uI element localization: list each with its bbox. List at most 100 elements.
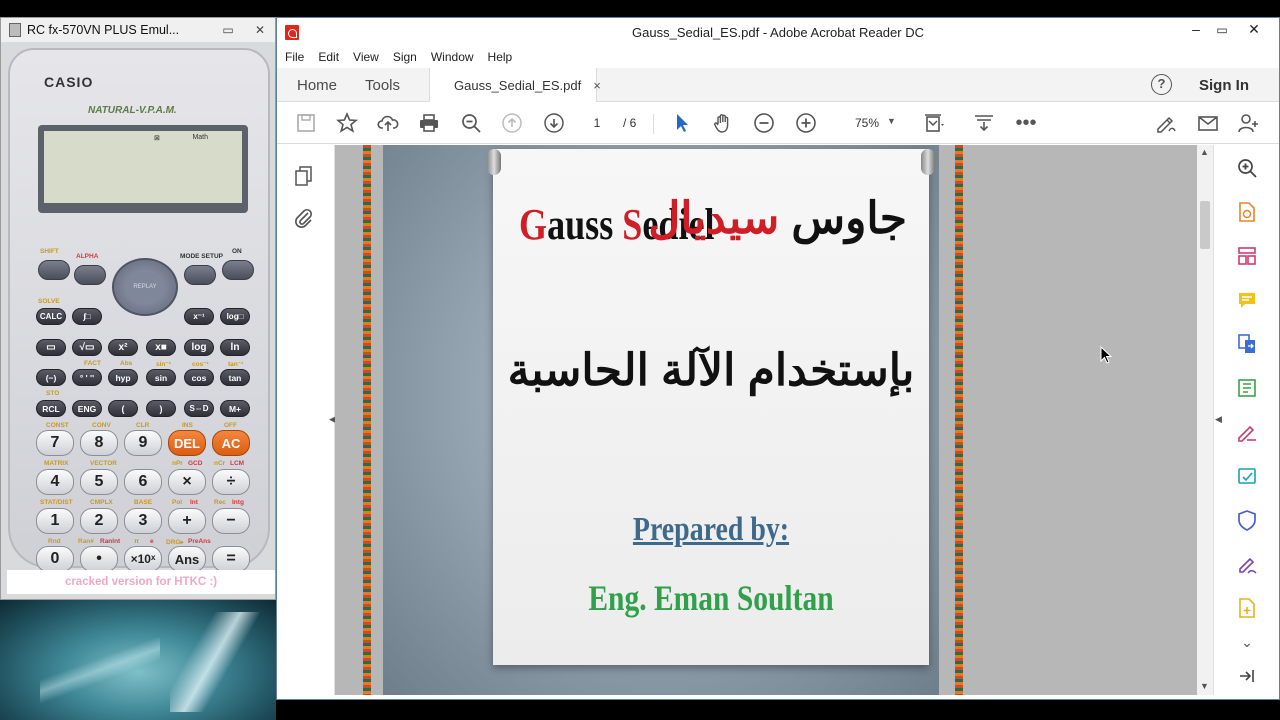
open-paren-key[interactable]: ( [108, 400, 138, 417]
close-paren-key[interactable]: ) [146, 400, 176, 417]
page-up-icon[interactable] [499, 110, 525, 136]
menu-view[interactable]: View [353, 50, 379, 64]
mode-key[interactable] [184, 265, 216, 285]
scrollbar-thumb[interactable] [1200, 201, 1210, 249]
menu-sign[interactable]: Sign [393, 50, 417, 64]
zoom-in-icon[interactable] [793, 110, 819, 136]
digit-9-key[interactable]: 9 [124, 430, 162, 456]
alpha-key[interactable] [74, 265, 106, 285]
sign-pen-icon[interactable] [1236, 553, 1258, 575]
scroll-mode-icon[interactable] [971, 110, 997, 136]
digit-7-key[interactable]: 7 [36, 430, 74, 456]
equals-key[interactable]: = [212, 546, 250, 572]
fraction-key[interactable]: ▭ [36, 339, 66, 356]
page-down-icon[interactable] [541, 110, 567, 136]
ans-key[interactable]: Ans [168, 546, 206, 572]
digit-6-key[interactable]: 6 [124, 469, 162, 495]
s-d-key[interactable]: S⇔D [184, 400, 214, 417]
chevron-down-icon[interactable]: ⌄ [1234, 629, 1260, 655]
tab-home[interactable]: Home [297, 68, 337, 102]
minus-key[interactable]: − [212, 508, 250, 534]
vertical-scrollbar[interactable]: ▲ ▼ [1197, 145, 1213, 695]
more-tools-icon[interactable]: ••• [1013, 110, 1039, 136]
decimal-key[interactable]: • [80, 546, 118, 572]
page-thumbnails-icon[interactable] [291, 163, 317, 189]
close-icon[interactable]: ✕ [1243, 21, 1265, 38]
close-icon[interactable]: ✕ [247, 18, 273, 42]
del-key[interactable]: DEL [168, 430, 206, 456]
replay-dpad[interactable]: REPLAY [112, 258, 178, 316]
log-key[interactable]: log [184, 339, 214, 356]
negative-key[interactable]: (−) [36, 369, 66, 386]
select-pointer-icon[interactable] [669, 110, 695, 136]
add-user-icon[interactable] [1235, 110, 1261, 136]
sqrt-key[interactable]: √▭ [72, 339, 102, 356]
create-pdf-icon[interactable] [1236, 597, 1258, 619]
hyp-key[interactable]: hyp [108, 369, 138, 386]
rcl-key[interactable]: RCL [36, 400, 66, 417]
zoom-search-icon[interactable] [458, 110, 484, 136]
exp10-key[interactable]: ×10ˣ [124, 546, 162, 572]
print-icon[interactable] [416, 110, 442, 136]
power-key[interactable]: x■ [146, 339, 176, 356]
multiply-key[interactable]: × [168, 469, 206, 495]
shift-key[interactable] [38, 260, 70, 280]
hand-tool-icon[interactable] [710, 110, 736, 136]
m-plus-key[interactable]: M+ [220, 400, 250, 417]
tan-key[interactable]: tan [220, 369, 250, 386]
scroll-down-icon[interactable]: ▼ [1200, 681, 1209, 691]
attachment-icon[interactable] [291, 205, 317, 231]
bookmark-star-icon[interactable] [334, 110, 360, 136]
maximize-icon[interactable]: ▭ [1211, 23, 1233, 37]
eng-key[interactable]: ENG [72, 400, 102, 417]
cloud-upload-icon[interactable] [375, 110, 401, 136]
digit-0-key[interactable]: 0 [36, 546, 74, 572]
ln-key[interactable]: ln [220, 339, 250, 356]
menu-edit[interactable]: Edit [318, 50, 339, 64]
calc-key[interactable]: CALC [36, 308, 66, 325]
sign-in-button[interactable]: Sign In [1199, 68, 1249, 102]
digit-8-key[interactable]: 8 [80, 430, 118, 456]
fill-sign-pen-icon[interactable] [1236, 421, 1258, 443]
plus-key[interactable]: + [168, 508, 206, 534]
log-base-key[interactable]: log□ [220, 308, 250, 325]
compress-pdf-icon[interactable] [1236, 377, 1258, 399]
digit-4-key[interactable]: 4 [36, 469, 74, 495]
degree-key[interactable]: ° ' '' [72, 369, 102, 386]
page-number-input[interactable]: 1 [583, 112, 611, 134]
chevron-down-icon[interactable]: ▼ [887, 116, 896, 126]
minimize-icon[interactable]: – [1185, 21, 1207, 37]
menu-file[interactable]: File [285, 50, 304, 64]
send-review-icon[interactable] [1236, 465, 1258, 487]
ac-key[interactable]: AC [212, 430, 250, 456]
page-fit-icon[interactable] [921, 110, 947, 136]
menu-help[interactable]: Help [488, 50, 513, 64]
zoom-out-icon[interactable] [751, 110, 777, 136]
close-tab-icon[interactable]: × [593, 78, 601, 93]
save-icon[interactable] [293, 110, 319, 136]
sin-key[interactable]: sin [146, 369, 176, 386]
minimize-icon[interactable]: ▭ [215, 18, 241, 42]
export-pdf-icon[interactable] [1236, 201, 1258, 223]
document-viewer[interactable]: Gauss Sediel جاوس سيديال بإستخدام الآلة … [335, 145, 1199, 695]
tab-document[interactable]: Gauss_Sedial_ES.pdf × [429, 68, 601, 103]
protect-shield-icon[interactable] [1236, 509, 1258, 531]
digit-5-key[interactable]: 5 [80, 469, 118, 495]
combine-files-icon[interactable] [1236, 333, 1258, 355]
comment-icon[interactable] [1236, 289, 1258, 311]
tab-tools[interactable]: Tools [365, 68, 400, 102]
organize-pages-icon[interactable] [1236, 245, 1258, 267]
collapse-right-pane-icon[interactable]: ◀ [1215, 414, 1222, 425]
on-key[interactable] [222, 260, 254, 280]
digit-1-key[interactable]: 1 [36, 508, 74, 534]
help-icon[interactable]: ? [1151, 74, 1172, 95]
reciprocal-key[interactable]: x⁻¹ [184, 308, 214, 325]
fill-sign-icon[interactable] [1153, 110, 1179, 136]
collapse-pane-icon[interactable] [1236, 665, 1258, 687]
digit-2-key[interactable]: 2 [80, 508, 118, 534]
digit-3-key[interactable]: 3 [124, 508, 162, 534]
integral-key[interactable]: ∫□ [72, 308, 102, 325]
email-icon[interactable] [1195, 110, 1221, 136]
zoom-search-icon[interactable] [1236, 157, 1258, 179]
cos-key[interactable]: cos [184, 369, 214, 386]
